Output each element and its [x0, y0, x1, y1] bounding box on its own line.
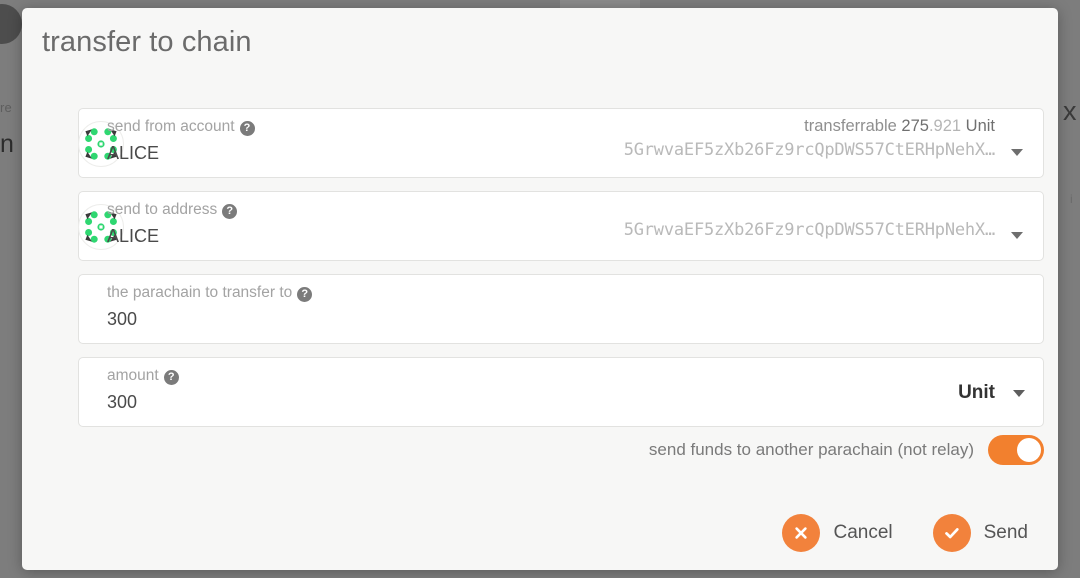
cancel-button[interactable]: Cancel — [782, 514, 893, 552]
question-mark-icon[interactable]: ? — [239, 120, 255, 136]
transfer-to-chain-modal: transfer to chain send from account ? AL… — [22, 8, 1058, 570]
question-mark-icon[interactable]: ? — [222, 203, 238, 219]
amount-field[interactable]: amount ? 300 Unit — [78, 357, 1044, 427]
send-button[interactable]: Send — [932, 514, 1028, 552]
background-text-fragment-small: re — [0, 100, 12, 115]
background-right-fragment-large: x — [1063, 96, 1077, 126]
unit-dropdown[interactable]: Unit — [958, 382, 1025, 404]
parachain-toggle-switch[interactable] — [988, 435, 1044, 465]
amount-label-text: amount — [107, 367, 159, 384]
send-to-address-field[interactable]: send to address ? ALICE 5GrwvaEF5zXb26Fz… — [78, 191, 1044, 261]
background-text-fragment-large: n — [0, 130, 14, 158]
send-from-account-label: send from account ? — [107, 118, 255, 136]
parachain-input[interactable]: 300 — [107, 309, 137, 330]
parachain-label: the parachain to transfer to ? — [107, 284, 313, 302]
check-circle-icon — [932, 514, 971, 552]
send-to-address-info: 5GrwvaEF5zXb26Fz9rcQpDWS57CtERHpNehX… — [624, 216, 995, 240]
transferrable-amount-integer: 275 — [901, 117, 929, 135]
parachain-field[interactable]: the parachain to transfer to ? 300 — [78, 274, 1044, 344]
transferrable-prefix: transferrable — [804, 117, 897, 135]
app-screen: re n x i transfer to chain send from acc… — [0, 0, 1080, 578]
send-from-account-value: ALICE — [107, 143, 160, 163]
send-to-address-label-text: send to address — [107, 201, 218, 218]
x-circle-icon — [782, 514, 821, 552]
chevron-down-icon — [1013, 389, 1025, 397]
modal-footer: Cancel Send — [782, 514, 1028, 552]
send-button-label: Send — [983, 522, 1028, 543]
transferrable-balance: transferrable 275.921 Unit — [624, 117, 995, 136]
send-to-address-value: ALICE — [107, 226, 160, 246]
parachain-toggle-label: send funds to another parachain (not rel… — [648, 440, 974, 459]
cancel-button-label: Cancel — [833, 522, 893, 543]
send-from-account-field[interactable]: send from account ? ALICE transferrable … — [78, 108, 1044, 178]
background-right-fragment-small: i — [1070, 192, 1073, 206]
chevron-down-icon[interactable] — [1011, 232, 1023, 239]
background-avatar-circle — [0, 4, 22, 44]
amount-label: amount ? — [107, 367, 179, 385]
parachain-toggle-row: send funds to another parachain (not rel… — [78, 432, 1044, 468]
toggle-knob — [1017, 438, 1041, 462]
send-to-address-address: 5GrwvaEF5zXb26Fz9rcQpDWS57CtERHpNehX… — [623, 220, 995, 240]
modal-title: transfer to chain — [42, 26, 252, 58]
chevron-down-icon[interactable] — [1011, 149, 1023, 156]
send-to-address-label: send to address ? — [107, 201, 238, 219]
transferrable-unit: Unit — [965, 117, 995, 135]
send-from-account-label-text: send from account — [107, 118, 235, 135]
question-mark-icon[interactable]: ? — [163, 369, 179, 385]
unit-dropdown-value: Unit — [958, 382, 995, 403]
question-mark-icon[interactable]: ? — [297, 286, 313, 302]
send-from-account-address: 5GrwvaEF5zXb26Fz9rcQpDWS57CtERHpNehX… — [623, 140, 995, 160]
send-from-account-info: transferrable 275.921 Unit 5GrwvaEF5zXb2… — [624, 117, 995, 160]
parachain-label-text: the parachain to transfer to — [107, 284, 293, 301]
transferrable-amount-decimal: .921 — [928, 117, 962, 135]
amount-input[interactable]: 300 — [107, 392, 137, 413]
